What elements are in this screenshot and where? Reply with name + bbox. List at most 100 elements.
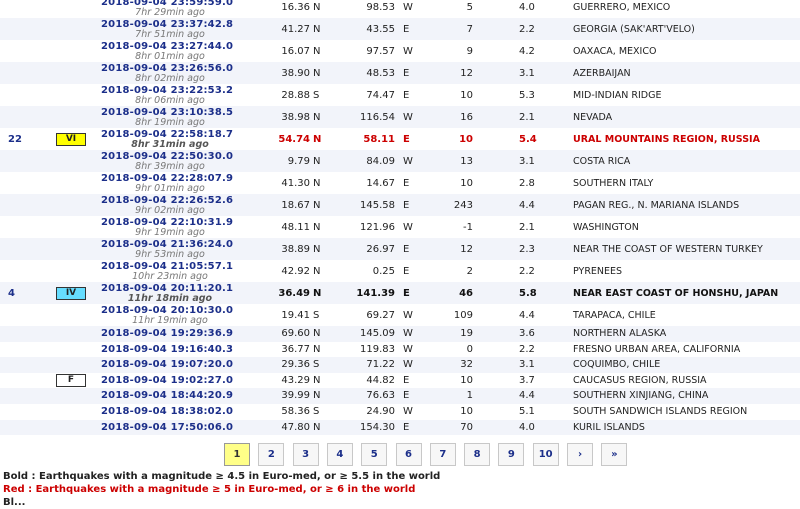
- lon-hemisphere: E: [403, 374, 410, 386]
- latitude: 38.89: [281, 244, 310, 255]
- depth: -1: [463, 222, 473, 233]
- magnitude: 4.4: [519, 200, 535, 211]
- lat-hemisphere: N: [313, 178, 321, 189]
- event-datetime-link[interactable]: 2018-09-04 17:50:06.0: [101, 422, 233, 433]
- magnitude: 3.1: [519, 359, 535, 371]
- event-datetime-link[interactable]: 2018-09-04 18:44:20.9: [101, 390, 233, 401]
- latitude: 41.27: [281, 24, 310, 35]
- region: GUERRERO, MEXICO: [573, 2, 671, 13]
- longitude: 154.30: [360, 421, 395, 433]
- region: TARAPACA, CHILE: [573, 310, 656, 321]
- latitude: 54.74: [278, 134, 310, 145]
- event-datetime-link[interactable]: 2018-09-04 19:07:20.0: [101, 359, 233, 370]
- event-datetime-link[interactable]: 2018-09-04 19:02:27.0: [101, 375, 233, 386]
- page-button-9[interactable]: 9: [498, 443, 525, 466]
- legend-partial: Bl...: [3, 497, 26, 508]
- lon-hemisphere: E: [403, 288, 410, 299]
- longitude: 43.55: [366, 24, 395, 35]
- latitude: 38.98: [281, 112, 310, 123]
- longitude: 119.83: [360, 343, 395, 355]
- magnitude: 4.0: [519, 421, 535, 433]
- longitude: 69.27: [366, 310, 395, 321]
- latitude: 28.88: [281, 90, 310, 101]
- longitude: 48.53: [366, 68, 395, 79]
- lat-hemisphere: N: [313, 421, 321, 433]
- event-datetime-link[interactable]: 2018-09-04 18:38:02.0: [101, 406, 233, 417]
- lon-hemisphere: E: [403, 421, 410, 433]
- depth: 10: [460, 374, 473, 386]
- region: NORTHERN ALASKA: [573, 328, 667, 339]
- event-datetime-link[interactable]: 2018-09-04 19:16:40.3: [101, 344, 233, 355]
- longitude: 97.57: [366, 46, 395, 57]
- magnitude: 3.1: [519, 156, 535, 167]
- intensity-badge[interactable]: VI: [56, 133, 86, 146]
- page-button-6[interactable]: 6: [395, 443, 422, 466]
- longitude: 44.82: [366, 374, 395, 386]
- table-row: 2018-09-04 23:10:38.5 8hr 19min ago 38.98 N…: [0, 106, 800, 128]
- page-button-10[interactable]: 10: [532, 443, 559, 466]
- lat-hemisphere: N: [313, 134, 322, 145]
- region: FRESNO URBAN AREA, CALIFORNIA: [573, 343, 741, 355]
- time-ago: 11hr 19min ago: [132, 315, 208, 326]
- magnitude: 2.3: [519, 244, 535, 255]
- magnitude: 4.0: [519, 2, 535, 13]
- lon-hemisphere: W: [403, 46, 413, 57]
- event-datetime-link[interactable]: 2018-09-04 19:29:36.9: [101, 328, 233, 339]
- time-ago: 9hr 02min ago: [135, 205, 205, 216]
- page-button-3[interactable]: 3: [292, 443, 319, 466]
- table-row: 2018-09-04 20:10:30.0 11hr 19min ago 19.41…: [0, 304, 800, 326]
- event-number[interactable]: 4: [8, 288, 32, 299]
- region: MID-INDIAN RIDGE: [573, 90, 662, 101]
- lon-hemisphere: W: [403, 156, 413, 167]
- page-button-2[interactable]: 2: [258, 443, 285, 466]
- depth: 13: [460, 156, 473, 167]
- latitude: 29.36: [281, 359, 310, 371]
- table-row: 2018-09-04 23:37:42.8 7hr 51min ago 41.27 N…: [0, 18, 800, 40]
- page-button-5[interactable]: 5: [361, 443, 388, 466]
- magnitude: 2.1: [519, 112, 535, 123]
- longitude: 14.67: [366, 178, 395, 189]
- page-button-8[interactable]: 8: [464, 443, 491, 466]
- magnitude: 4.2: [519, 46, 535, 57]
- depth: 7: [466, 24, 473, 35]
- latitude: 38.90: [281, 68, 310, 79]
- magnitude: 5.3: [519, 90, 535, 101]
- region: SOUTH SANDWICH ISLANDS REGION: [573, 405, 748, 417]
- lat-hemisphere: N: [313, 112, 321, 123]
- depth: 10: [460, 178, 473, 189]
- page-button-7[interactable]: 7: [429, 443, 456, 466]
- depth: 109: [453, 310, 473, 321]
- longitude: 71.22: [366, 359, 395, 371]
- lon-hemisphere: W: [403, 112, 413, 123]
- legend: Bold : Earthquakes with a magnitude ≥ 4.…: [3, 470, 793, 509]
- depth: 70: [460, 421, 473, 433]
- time-ago: 8hr 19min ago: [135, 117, 205, 128]
- lat-hemisphere: S: [313, 310, 320, 321]
- region: URAL MOUNTAINS REGION, RUSSIA: [573, 134, 760, 145]
- time-ago: 7hr 29min ago: [135, 7, 205, 18]
- table-row: 22 2018-09-04 22:58:18.7 8hr 31min ago 54.7…: [0, 128, 800, 150]
- latitude: 41.30: [281, 178, 310, 189]
- lon-hemisphere: W: [403, 359, 413, 371]
- magnitude: 4.4: [519, 390, 535, 402]
- depth: 10: [460, 90, 473, 101]
- longitude: 84.09: [366, 156, 395, 167]
- longitude: 98.53: [366, 2, 395, 13]
- page-button-1[interactable]: 1: [224, 443, 250, 466]
- next-page-button[interactable]: ›: [567, 443, 593, 466]
- lat-hemisphere: N: [313, 24, 321, 35]
- latitude: 18.67: [281, 200, 310, 211]
- time-ago: 8hr 39min ago: [135, 161, 205, 172]
- last-page-button[interactable]: »: [601, 443, 628, 466]
- intensity-badge[interactable]: IV: [56, 287, 86, 300]
- event-number[interactable]: 22: [8, 134, 32, 145]
- intensity-badge[interactable]: F: [56, 373, 86, 387]
- table-row: 2018-09-04 22:26:52.6 9hr 02min ago 18.67 N…: [0, 194, 800, 216]
- longitude: 26.97: [366, 244, 395, 255]
- time-ago: 9hr 19min ago: [135, 227, 205, 238]
- region: AZERBAIJAN: [573, 68, 631, 79]
- longitude: 0.25: [372, 266, 395, 277]
- page-button-4[interactable]: 4: [326, 443, 353, 466]
- latitude: 16.36: [281, 2, 310, 13]
- region: COSTA RICA: [573, 156, 631, 167]
